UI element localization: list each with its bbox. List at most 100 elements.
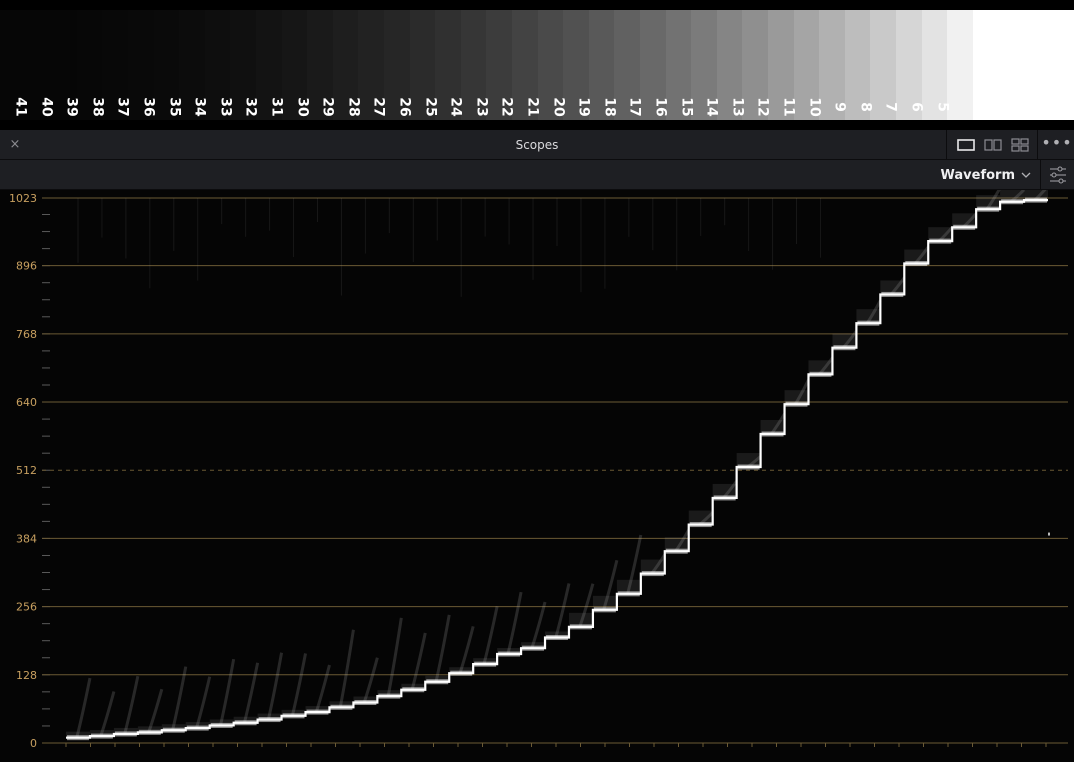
settings-sliders-icon [1050, 166, 1066, 184]
waveform-step [929, 238, 952, 244]
patch-number: 37 [114, 97, 131, 117]
patch-number: 6 [908, 102, 925, 112]
patch-number: 35 [166, 97, 183, 117]
waveform-step [378, 693, 401, 699]
gray-patch [972, 10, 1074, 120]
gray-patch [947, 10, 974, 120]
waveform-step [306, 709, 329, 715]
waveform-step [546, 635, 568, 641]
waveform-step [186, 725, 209, 731]
waveform-step [809, 371, 832, 377]
waveform-step [210, 722, 233, 728]
waveform-step [498, 651, 521, 657]
patch-number: 30 [294, 97, 311, 117]
patch-number: 33 [217, 97, 234, 117]
layout-toggle-group [946, 130, 1038, 160]
waveform-step [785, 401, 808, 407]
waveform-step [330, 704, 353, 710]
patch-number: 38 [89, 97, 106, 117]
y-tick-label: 1023 [9, 192, 37, 205]
patch-number: 15 [678, 97, 695, 117]
patch-number: 11 [780, 97, 797, 117]
patch-number: 24 [447, 97, 464, 117]
waveform-step [258, 717, 281, 723]
waveform-step [450, 670, 473, 676]
waveform-step [114, 731, 137, 737]
waveform-step [761, 431, 784, 437]
gray-ramp-strip: 41 40 39 38 37 36 35 34 33 32 31 30 29 28 27 26 25 24 23 22… [0, 0, 1074, 130]
waveform-step [665, 548, 688, 554]
waveform-scope: 0 128 256 384 512 640 768 896 1023 [0, 190, 1074, 762]
waveform-step [641, 571, 664, 577]
patch-number: 32 [242, 97, 259, 117]
quad-view-icon[interactable] [1010, 137, 1030, 153]
patch-number: 18 [601, 97, 618, 117]
patch-number: 26 [396, 97, 413, 117]
patch-number: 29 [319, 97, 336, 117]
waveform-step [713, 495, 736, 501]
patch-number: 12 [754, 97, 771, 117]
patch-number: 14 [703, 97, 720, 117]
patch-number: 21 [524, 97, 541, 117]
scopes-titlebar: × Scopes ••• [0, 130, 1074, 160]
patch-number: 40 [38, 97, 55, 117]
patch-number: 17 [626, 97, 643, 117]
y-tick-label: 0 [30, 737, 37, 750]
waveform-dot [1048, 532, 1050, 536]
patch-number: 10 [806, 97, 823, 117]
patch-number: 5 [934, 102, 951, 112]
patch-number: 9 [831, 102, 848, 112]
scope-type-label: Waveform [940, 167, 1015, 183]
scope-settings-button[interactable] [1040, 160, 1074, 190]
waveform-step [1001, 199, 1024, 205]
dual-view-icon[interactable] [983, 137, 1003, 153]
waveform-step [1025, 197, 1047, 203]
waveform-step [881, 291, 904, 297]
y-tick-label: 128 [16, 669, 37, 682]
waveform-step [234, 720, 257, 726]
patch-number: 41 [12, 97, 29, 117]
y-tick-label: 768 [16, 328, 37, 341]
y-tick-label: 640 [16, 396, 37, 409]
waveform-step [569, 624, 592, 630]
patch-number: 28 [345, 97, 362, 117]
close-icon[interactable]: × [6, 136, 24, 154]
panel-title: Scopes [515, 138, 559, 152]
y-tick-label: 384 [16, 532, 37, 545]
patch-number: 16 [652, 97, 669, 117]
patch-number: 13 [729, 97, 746, 117]
waveform-step [354, 700, 377, 706]
waveform-step [689, 522, 712, 528]
waveform-step [737, 464, 760, 470]
patch-number: 39 [63, 97, 80, 117]
patch-number: 22 [498, 97, 515, 117]
waveform-step [617, 591, 640, 597]
waveform-step [522, 645, 545, 651]
waveform-step [833, 345, 856, 351]
single-view-icon[interactable] [956, 137, 976, 153]
patch-number: 34 [191, 97, 208, 117]
y-tick-label: 256 [16, 601, 37, 614]
scope-type-dropdown[interactable]: Waveform [935, 164, 1037, 186]
waveform-step [474, 661, 497, 667]
more-icon[interactable]: ••• [1040, 130, 1074, 160]
waveform-step [282, 713, 305, 719]
patch-number: 7 [882, 102, 899, 112]
waveform-step [905, 261, 928, 267]
waveform-step [426, 679, 449, 685]
waveform-step [593, 607, 616, 613]
patch-number: 8 [857, 102, 874, 112]
waveform-step [90, 733, 113, 739]
waveform-step [67, 735, 89, 741]
patch-number: 25 [422, 97, 439, 117]
waveform-step [162, 727, 185, 733]
patch-number: 19 [575, 97, 592, 117]
patch-number: 23 [473, 97, 490, 117]
chevron-down-icon [1021, 172, 1031, 178]
waveform-step [857, 320, 880, 326]
waveform-step [977, 206, 1000, 212]
patch-number: 27 [370, 97, 387, 117]
patch-number: 20 [550, 97, 567, 117]
waveform-step [138, 729, 161, 735]
patch-number: 31 [268, 97, 285, 117]
